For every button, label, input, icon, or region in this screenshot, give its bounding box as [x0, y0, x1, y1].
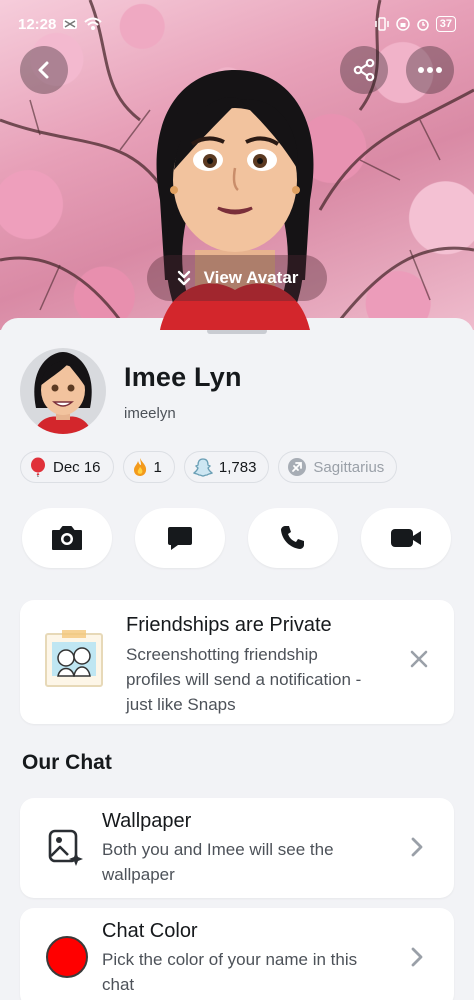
message-notification-icon: [63, 19, 78, 29]
status-time: 12:28: [18, 15, 57, 33]
camera-icon: [52, 526, 82, 550]
alarm-icon: [417, 19, 429, 31]
snap-score: 1,783: [218, 458, 257, 476]
back-arrow-icon: [38, 61, 49, 79]
friendships-private-card: Friendships are Private Screenshotting f…: [20, 600, 454, 724]
zodiac-icon: [288, 458, 307, 476]
share-icon: [353, 58, 375, 82]
view-avatar-button[interactable]: View Avatar: [147, 255, 327, 301]
profile-hero-background: 12:28 37 View Avatar: [0, 0, 474, 330]
zodiac-chip[interactable]: Sagittarius: [278, 451, 398, 483]
friendship-photo-icon: [45, 630, 103, 687]
double-chevron-down-icon: [177, 270, 190, 286]
birthday-label: Dec 16: [53, 458, 101, 476]
fire-icon: [133, 458, 146, 476]
call-button[interactable]: [248, 508, 338, 568]
chat-color-title: Chat Color: [102, 920, 198, 942]
chevron-right-icon: [411, 947, 423, 967]
chat-icon: [168, 527, 192, 550]
profile-sheet: Imee Lyn imeelyn Dec 16 1 1,783 Sagittar…: [0, 318, 474, 1000]
bitmoji-avatar-small: [34, 352, 92, 434]
wifi-icon: [84, 17, 103, 30]
snap-score-chip[interactable]: 1,783: [183, 451, 270, 483]
avatar[interactable]: [20, 348, 106, 434]
wallpaper-title: Wallpaper: [102, 810, 192, 832]
our-chat-heading: Our Chat: [22, 751, 112, 774]
quick-actions: [22, 508, 451, 568]
close-icon[interactable]: [410, 650, 428, 668]
chat-color-row[interactable]: Chat Color Pick the color of your name i…: [20, 908, 454, 1000]
lock-icon: [396, 17, 410, 31]
camera-button[interactable]: [22, 508, 112, 568]
more-options-button[interactable]: [406, 46, 454, 94]
wallpaper-row[interactable]: Wallpaper Both you and Imee will see the…: [20, 798, 454, 898]
battery-indicator: 37: [435, 16, 456, 32]
balloon-icon: [31, 457, 45, 477]
profile-chips: Dec 16 1 1,783 Sagittarius: [20, 451, 398, 483]
chevron-right-icon: [411, 837, 423, 857]
status-bar: 12:28 37: [0, 0, 474, 48]
zodiac-label: Sagittarius: [313, 458, 385, 476]
chat-button[interactable]: [135, 508, 225, 568]
chat-color-subtitle: Pick the color of your name in this chat: [102, 950, 358, 994]
video-call-button[interactable]: [361, 508, 451, 568]
phone-icon: [281, 526, 304, 549]
chat-color-swatch: [46, 936, 88, 978]
more-dots-icon: [418, 67, 442, 73]
share-button[interactable]: [340, 46, 388, 94]
privacy-card-body: Screenshotting friendship profiles will …: [126, 645, 362, 714]
birthday-chip[interactable]: Dec 16: [20, 451, 114, 483]
streak-count: 1: [153, 458, 162, 476]
display-name: Imee Lyn: [124, 362, 242, 392]
vibrate-icon: [375, 17, 389, 31]
streak-chip[interactable]: 1: [122, 451, 175, 483]
view-avatar-label: View Avatar: [203, 268, 299, 287]
back-button[interactable]: [20, 46, 68, 94]
video-icon: [391, 529, 421, 547]
wallpaper-icon: [48, 829, 83, 866]
username: imeelyn: [124, 405, 176, 422]
wallpaper-subtitle: Both you and Imee will see the wallpaper: [102, 840, 334, 884]
snap-score-icon: [192, 458, 213, 477]
privacy-card-title: Friendships are Private: [126, 614, 332, 636]
